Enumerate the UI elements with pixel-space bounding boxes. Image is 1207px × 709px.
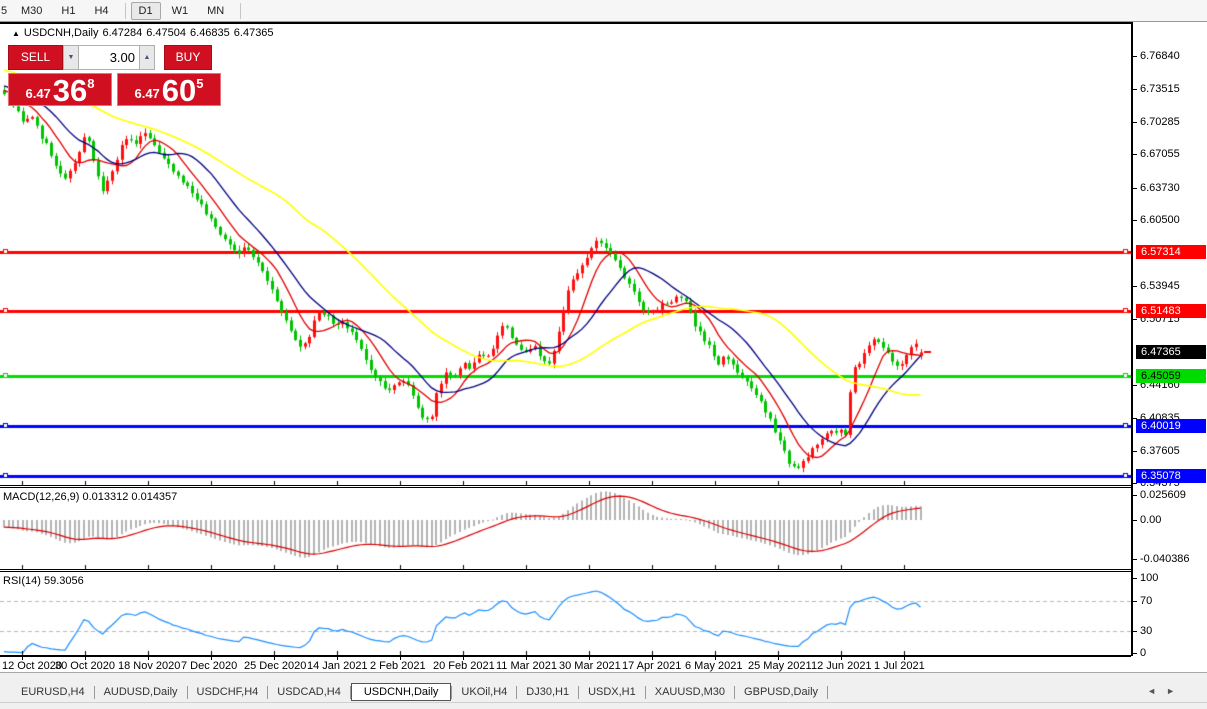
timeframe-button-h1[interactable]: H1 (53, 2, 83, 20)
timeframe-button-d1[interactable]: D1 (130, 1, 161, 20)
collapse-triangle-icon[interactable]: ▲ (12, 29, 20, 38)
volume-increase-button[interactable]: ▲ (139, 45, 155, 70)
macd-axis-tick: 0.00 (1131, 514, 1162, 526)
ohlc-low: 6.46835 (190, 27, 230, 39)
sell-price-sup: 8 (87, 76, 95, 91)
timeframe-button-h4[interactable]: H4 (86, 2, 116, 20)
buy-price-sup: 5 (196, 76, 204, 91)
rsi-indicator-canvas[interactable] (0, 572, 1131, 655)
status-strip (0, 702, 1207, 709)
chart-tab-usdcad-h4[interactable]: USDCAD,H4 (268, 683, 350, 701)
buy-price-prefix: 6.47 (134, 86, 160, 101)
timeframe-button-m5-partial[interactable]: 5 (1, 5, 9, 17)
chart-window: ▲ USDCNH,Daily 6.47284 6.47504 6.46835 6.4736… (0, 22, 1207, 672)
date-axis-label: 12 Oct 2020 (2, 660, 62, 672)
chart-tab-usdcnh-daily[interactable]: USDCNH,Daily (350, 683, 452, 701)
date-axis-label: 14 Jan 2021 (307, 660, 368, 672)
price-level-badge: 6.47365 (1136, 345, 1206, 360)
price-axis-tick: 6.67055 (1132, 148, 1180, 161)
date-axis-label: 30 Oct 2020 (55, 660, 115, 672)
sell-button[interactable]: SELL (8, 45, 63, 70)
macd-axis-tick: 0.025609 (1132, 489, 1186, 501)
timeframe-button-mn[interactable]: MN (199, 2, 232, 20)
ohlc-close: 6.47365 (233, 27, 274, 39)
price-level-badge: 6.40019 (1136, 419, 1206, 434)
one-click-trade-panel: SELL ▼ ▲ BUY 6.47 36 8 6.47 60 5 (8, 45, 221, 108)
rsi-axis-tick: 0 (1131, 647, 1147, 659)
date-axis-label: 25 May 2021 (748, 660, 812, 672)
sell-price-prefix: 6.47 (25, 86, 51, 101)
sell-price-box[interactable]: 6.47 36 8 (8, 73, 112, 108)
timeframe-button-m30[interactable]: M30 (13, 2, 50, 20)
chart-tab-dj30-h1[interactable]: DJ30,H1 (517, 683, 578, 701)
macd-label: MACD(12,26,9) 0.013312 0.014357 (3, 491, 178, 503)
date-axis-label: 20 Feb 2021 (433, 660, 495, 672)
panel-separator[interactable] (0, 487, 1131, 488)
date-axis-label: 6 May 2021 (685, 660, 743, 672)
timeframe-toolbar: 5 M30 H1 H4 D1 W1 MN (0, 0, 1207, 22)
chart-tab-audusd-daily[interactable]: AUDUSD,Daily (95, 683, 187, 701)
price-axis-tick: 6.53945 (1132, 280, 1180, 293)
rsi-axis-tick: 70 (1131, 594, 1153, 607)
date-axis-label: 12 Jun 2021 (811, 660, 872, 672)
price-axis-tick: 6.63730 (1132, 181, 1180, 194)
buy-price-big: 60 (161, 73, 197, 108)
rsi-axis-tick: 100 (1131, 572, 1159, 584)
chart-tab-bar: EURUSD,H4 AUDUSD,Daily USDCHF,H4 USDCAD,H4 U… (0, 682, 1207, 702)
rsi-axis-tick: 30 (1131, 624, 1153, 637)
macd-axis-tick: -0.040386 (1132, 553, 1190, 566)
tab-scroll-left-icon[interactable]: ◄ (1147, 686, 1166, 696)
chart-symbol-label: USDCNH,Daily (23, 27, 99, 39)
buy-price-box[interactable]: 6.47 60 5 (117, 73, 221, 108)
chart-tab-usdx-h1[interactable]: USDX,H1 (579, 683, 645, 701)
rsi-label: RSI(14) 59.3056 (3, 575, 84, 587)
panel-separator[interactable] (0, 571, 1131, 572)
chart-tab-ukoil-h4[interactable]: UKOil,H4 (452, 683, 516, 701)
date-axis-label: 18 Nov 2020 (118, 660, 181, 672)
volume-input[interactable] (79, 45, 139, 70)
chart-tab-usdchf-h4[interactable]: USDCHF,H4 (188, 683, 268, 701)
price-level-badge: 6.35078 (1136, 468, 1206, 483)
date-axis-label: 2 Feb 2021 (370, 660, 426, 672)
chart-title: ▲ USDCNH,Daily 6.47284 6.47504 6.46835 6.4736… (12, 27, 278, 39)
price-level-badge: 6.45059 (1136, 368, 1206, 383)
tab-scroll-right-icon[interactable]: ► (1166, 686, 1185, 696)
date-axis-label: 17 Apr 2021 (622, 660, 682, 672)
tab-scroll-arrows: ◄► (1147, 686, 1185, 696)
chart-tab-eurusd-h4[interactable]: EURUSD,H4 (12, 683, 94, 701)
panel-separator[interactable] (0, 485, 1131, 486)
timeframe-button-w1[interactable]: W1 (164, 2, 197, 20)
toolbar-separator (124, 2, 126, 19)
price-level-badge: 6.51483 (1136, 303, 1206, 318)
date-axis-label: 7 Dec 2020 (181, 660, 238, 672)
ohlc-high: 6.47504 (146, 27, 187, 39)
date-axis-label: 30 Mar 2021 (559, 660, 621, 672)
buy-button[interactable]: BUY (164, 45, 212, 70)
ohlc-open: 6.47284 (102, 27, 143, 39)
panel-separator[interactable] (0, 569, 1131, 570)
price-axis-tick: 6.37605 (1132, 444, 1180, 457)
price-axis-tick: 6.76840 (1132, 50, 1180, 62)
volume-decrease-button[interactable]: ▼ (63, 45, 79, 70)
trading-terminal: 5 M30 H1 H4 D1 W1 MN ▲ USDCNH,Daily 6.47284 6.47… (0, 0, 1207, 709)
price-axis-tick: 6.70285 (1132, 115, 1180, 128)
toolbar-separator (240, 2, 242, 19)
price-axis-tick: 6.73515 (1132, 83, 1180, 96)
price-level-badge: 6.57314 (1136, 245, 1206, 260)
window-gap-strip (0, 672, 1207, 682)
date-axis-label: 1 Jul 2021 (874, 660, 925, 672)
tab-separator (827, 685, 829, 699)
price-axis-tick: 6.60500 (1132, 214, 1180, 227)
chart-tab-xauusd-m30[interactable]: XAUUSD,M30 (646, 683, 734, 701)
chart-tab-gbpusd-daily[interactable]: GBPUSD,Daily (735, 683, 827, 701)
date-axis[interactable]: 12 Oct 2020 30 Oct 2020 18 Nov 2020 7 Dec 2… (0, 657, 1131, 672)
date-axis-label: 11 Mar 2021 (496, 660, 557, 672)
sell-price-big: 36 (52, 73, 88, 108)
price-axis[interactable]: 6.76840 6.73515 6.70285 6.67055 6.63730 6.605… (1131, 22, 1207, 659)
date-axis-label: 25 Dec 2020 (244, 660, 307, 672)
